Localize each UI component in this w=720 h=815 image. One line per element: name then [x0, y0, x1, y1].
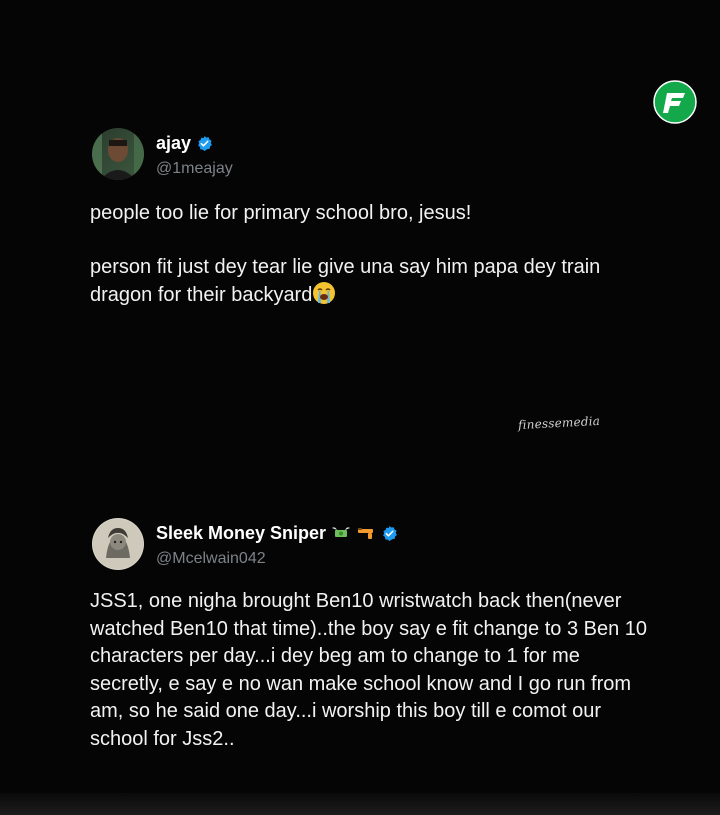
author-info: Sleek Money Sniper @Mcelwain042: [156, 522, 398, 568]
tweet-text: people too lie for primary school bro, j…: [90, 200, 650, 309]
avatar[interactable]: [92, 518, 144, 570]
tweet-card[interactable]: Sleek Money Sniper @Mcelwain042 JSS1, on…: [90, 518, 650, 753]
user-avatar-icon: [92, 128, 144, 180]
loudly-crying-face-icon: [313, 282, 336, 304]
tweet-card[interactable]: ajay @1meajay people too lie for primary…: [90, 128, 650, 309]
tweet-header: Sleek Money Sniper @Mcelwain042: [90, 518, 650, 578]
tweet-text-content: people too lie for primary school bro, j…: [90, 202, 601, 306]
author-info: ajay @1meajay: [156, 132, 233, 178]
display-name[interactable]: Sleek Money Sniper: [156, 523, 326, 544]
tweet-header: ajay @1meajay: [90, 128, 650, 188]
watermark: finessemedia: [517, 413, 601, 433]
display-name[interactable]: ajay: [156, 133, 191, 154]
user-avatar-icon: [92, 518, 144, 570]
verified-badge-icon: [383, 525, 397, 541]
gun-icon: [358, 528, 374, 539]
screenshot-frame: ajay @1meajay people too lie for primary…: [0, 0, 720, 815]
user-handle[interactable]: @1meajay: [156, 160, 233, 178]
money-with-wings-icon: [332, 527, 351, 537]
avatar[interactable]: [92, 128, 144, 180]
finesse-media-logo-icon: [653, 80, 697, 124]
tweet-text: JSS1, one nigha brought Ben10 wristwatch…: [90, 590, 648, 750]
verified-badge-icon: [198, 135, 212, 151]
user-handle[interactable]: @Mcelwain042: [156, 550, 398, 568]
bottom-edge: [0, 793, 720, 815]
